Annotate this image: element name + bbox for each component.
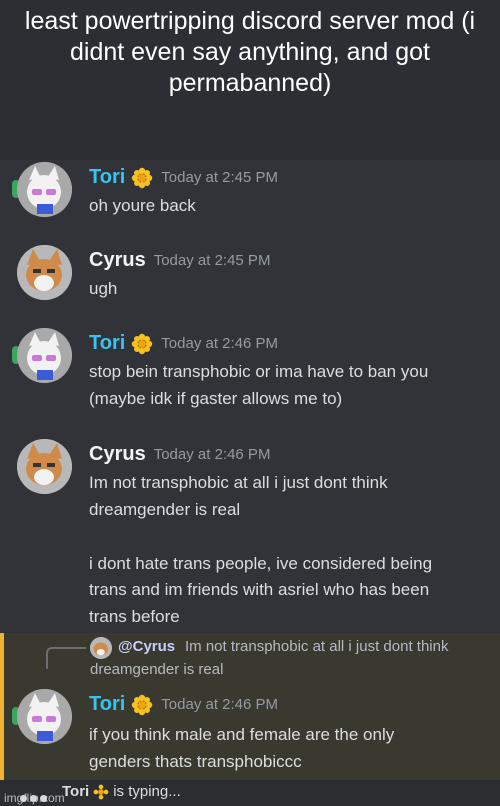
meme-caption-area: least powertripping discord server mod (… (0, 0, 500, 160)
message-header: Cyrus Today at 2:45 PM (89, 249, 270, 277)
highlighted-message: @Cyrus Im not transphobic at all i just … (0, 633, 500, 780)
message-text: oh youre back (89, 196, 196, 215)
timestamp: Today at 2:46 PM (161, 696, 279, 713)
message-text: dreamgender is real (89, 500, 241, 519)
typing-text: Tori is typing... (62, 783, 181, 800)
reply-preview-text[interactable]: dreamgender is real (90, 661, 223, 678)
reply-mention[interactable]: @Cyrus (118, 638, 175, 655)
message-text: genders thats transphobiccc (89, 752, 302, 771)
message-text: ugh (89, 279, 118, 298)
timestamp: Today at 2:45 PM (153, 252, 271, 269)
flower-icon (132, 167, 153, 188)
avatar-cyrus[interactable] (17, 245, 72, 300)
timestamp: Today at 2:46 PM (161, 335, 279, 352)
avatar-cyrus[interactable] (17, 439, 72, 494)
meme-caption: least powertripping discord server mod (… (24, 7, 476, 97)
message-header: Tori Today at 2:46 PM (89, 332, 278, 360)
flower-icon (132, 333, 153, 354)
timestamp: Today at 2:46 PM (153, 446, 271, 463)
chat-log: Tori Today at 2:45 PM oh youre back Cyrus… (0, 160, 500, 806)
message-header: Tori Today at 2:45 PM (89, 166, 278, 194)
message-text: stop bein transphobic or ima have to ban… (89, 362, 429, 381)
avatar-tori[interactable] (17, 162, 72, 217)
message-text: i dont hate trans people, ive considered… (89, 554, 433, 573)
username-tori[interactable]: Tori (89, 166, 125, 188)
flower-icon (132, 694, 153, 715)
avatar-tori[interactable] (17, 328, 72, 383)
reply-connector (46, 647, 86, 669)
reply-avatar-cyrus[interactable] (90, 637, 112, 659)
username-tori[interactable]: Tori (89, 693, 125, 715)
username-cyrus[interactable]: Cyrus (89, 249, 146, 271)
timestamp: Today at 2:45 PM (161, 169, 279, 186)
username-cyrus[interactable]: Cyrus (89, 443, 146, 465)
username-tori[interactable]: Tori (89, 332, 125, 354)
typing-indicator: Tori is typing... (0, 780, 500, 806)
message-text: Im not transphobic at all i just dont th… (89, 473, 388, 492)
message-text: (maybe idk if gaster allows me to) (89, 389, 343, 408)
message-text: trans before (89, 607, 180, 626)
reply-preview-text[interactable]: Im not transphobic at all i just dont th… (185, 638, 448, 655)
message-text: if you think male and female are the onl… (89, 725, 395, 744)
avatar-tori[interactable] (17, 689, 72, 744)
message-header: Cyrus Today at 2:46 PM (89, 443, 270, 471)
message-header: Tori Today at 2:46 PM (89, 693, 278, 721)
message-text: trans and im friends with asriel who has… (89, 580, 430, 599)
flower-icon (93, 784, 109, 800)
imgflip-watermark: imgflip.com (4, 791, 65, 805)
